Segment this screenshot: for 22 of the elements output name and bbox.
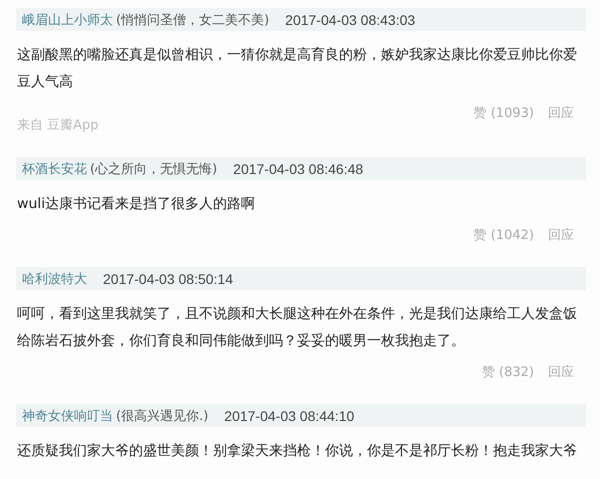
comment-source: 来自 豆瓣App	[17, 117, 99, 135]
comment-text: 还质疑我们家大爷的盛世美颜！别拿梁天来挡枪！你说，你是不是祁厅长粉！抱走我家大爷	[17, 442, 578, 461]
reply-link[interactable]: 回应	[548, 105, 574, 123]
like-link[interactable]: 赞 (832)	[482, 364, 534, 382]
comment-text: 这副酸黑的嘴脸还真是似曾相识，一猜你就是高育良的粉，嫉妒我家达康比你爱豆帅比你爱豆人气高	[17, 46, 578, 92]
like-link[interactable]: 赞 (1042)	[474, 227, 534, 245]
reply-link[interactable]: 回应	[548, 227, 574, 245]
comment-time: 2017-04-03 08:46:48	[233, 160, 364, 176]
author-signature: (悄悄问圣僧，女二美不美)	[116, 12, 270, 28]
comment-time: 2017-04-03 08:50:14	[103, 270, 233, 286]
author-link[interactable]: 杯酒长安花	[22, 160, 87, 178]
author-link[interactable]: 峨眉山上小师太	[22, 10, 113, 28]
author-link[interactable]: 神奇女侠响叮当	[22, 406, 113, 424]
author-signature: (很高兴遇见你.)	[116, 408, 208, 424]
comment-time: 2017-04-03 08:43:03	[285, 12, 416, 28]
author-link[interactable]: 哈利波特大	[22, 270, 87, 288]
comment-time: 2017-04-03 08:44:10	[224, 408, 354, 424]
reply-link[interactable]: 回应	[548, 364, 574, 382]
like-link[interactable]: 赞 (1093)	[474, 105, 534, 123]
comment-text: wuli达康书记看来是挡了很多人的路啊	[17, 195, 256, 214]
comment-text: 呵呵，看到这里我就笑了，且不说颜和大长腿这种在外在条件，光是我们达康给工人发盒饭给陈岩石披外套，你们育良和同伟能做到吗？妥妥的暖男一枚我抱走了。	[17, 305, 578, 351]
author-signature: (心之所向，无惧无悔)	[90, 160, 218, 178]
